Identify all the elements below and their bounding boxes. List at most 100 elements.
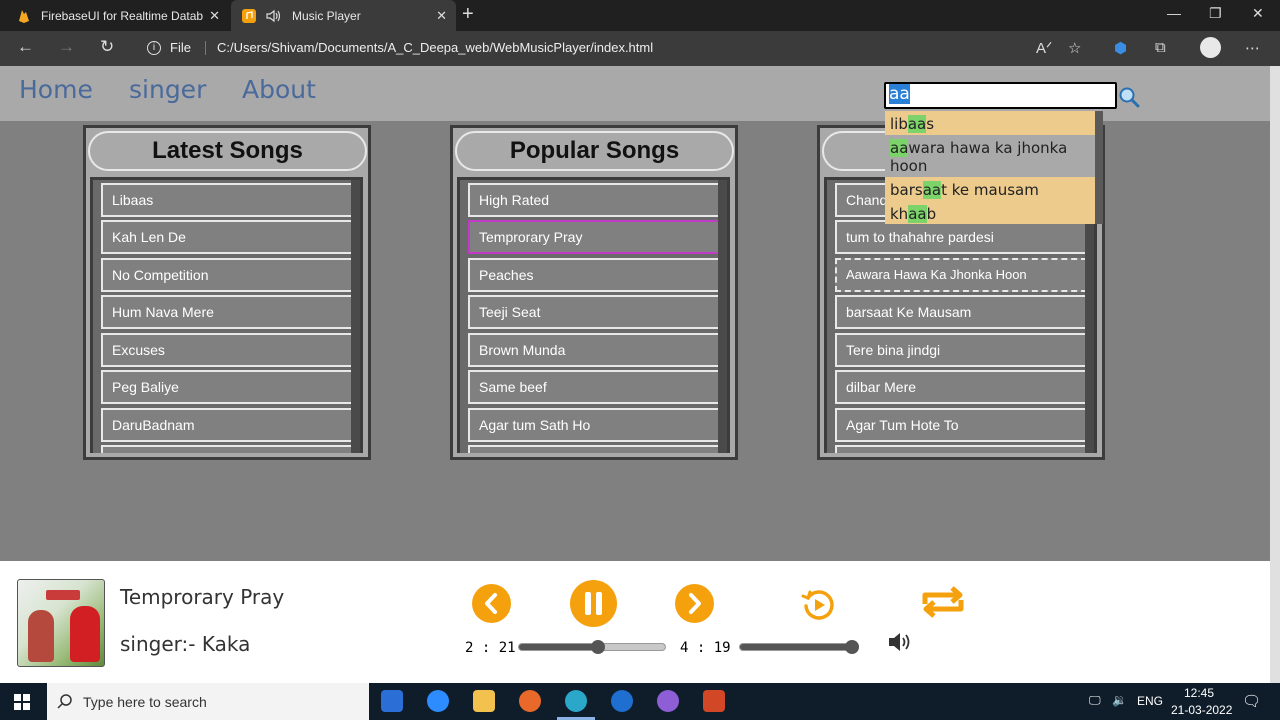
song-item[interactable]: DaruBadnam [101, 408, 353, 442]
track-singer: singer:- Kaka [120, 632, 251, 656]
back-icon[interactable]: ← [17, 37, 34, 57]
song-item[interactable]: Teeji Seat [468, 295, 720, 329]
suggestion-match: aa [922, 181, 942, 199]
tab-music-player[interactable]: Music Player ✕ [231, 0, 456, 31]
taskbar-search-placeholder: Type here to search [83, 693, 207, 710]
volume-thumb[interactable] [845, 640, 860, 654]
list-scrollbar[interactable] [718, 180, 727, 453]
tab-firebaseui[interactable]: FirebaseUI for Realtime Database ✕ [0, 0, 229, 31]
speaker-icon[interactable]: 🔉 [1112, 693, 1127, 707]
suggestion-item[interactable]: khaab [885, 201, 1095, 224]
tab-label: Music Player [292, 8, 361, 23]
search-input[interactable]: aa [884, 82, 1117, 109]
song-item[interactable]: Hum Nava Mere [101, 295, 353, 329]
zoom-icon[interactable] [427, 690, 449, 712]
song-item[interactable]: Peg Baliye [101, 370, 353, 404]
clock-time[interactable]: 12:45 [1184, 686, 1214, 700]
replay-icon[interactable] [800, 586, 838, 624]
page-scrollbar[interactable] [1270, 66, 1280, 683]
popular-songs-panel: Popular Songs High Rated Temprorary Pray… [450, 125, 738, 460]
song-item[interactable]: Agar tum Sath Ho [468, 408, 720, 442]
song-item[interactable]: Brown Munda [468, 333, 720, 367]
edge-icon[interactable] [565, 690, 587, 712]
song-item-selected[interactable]: Temprorary Pray [468, 220, 720, 254]
search-icon[interactable] [1118, 86, 1140, 108]
pause-button[interactable] [570, 580, 617, 627]
song-item-partial[interactable] [468, 445, 720, 453]
github-icon[interactable] [657, 690, 679, 712]
windows-start-icon[interactable] [14, 694, 30, 710]
nav-singer[interactable]: singer [129, 75, 206, 104]
powerpoint-icon[interactable] [703, 690, 725, 712]
restore-icon[interactable]: ❐ [1209, 5, 1222, 22]
info-icon[interactable]: i [147, 40, 161, 55]
suggestion-text: bars [890, 181, 923, 199]
window-close-icon[interactable]: ✕ [1252, 5, 1264, 22]
firebase-icon [19, 9, 29, 23]
song-item[interactable]: tum to thahahre pardesi [835, 220, 1087, 254]
refresh-icon[interactable]: ↻ [100, 37, 114, 57]
panel-title: Popular Songs [455, 131, 734, 171]
store-icon[interactable] [381, 690, 403, 712]
suggestion-item-highlighted[interactable]: aawara hawa ka jhonka hoon [885, 135, 1095, 177]
more-menu-icon[interactable]: ⋯ [1245, 39, 1260, 57]
suggestion-item[interactable]: barsaat ke mausam [885, 177, 1095, 201]
progress-thumb[interactable] [590, 640, 605, 654]
extensions-icon[interactable]: ⧉ [1155, 39, 1166, 56]
taskbar-search[interactable]: Type here to search [47, 683, 369, 720]
divider [204, 40, 206, 55]
close-icon[interactable]: ✕ [436, 8, 447, 24]
search-value: aa [889, 84, 910, 104]
suggestion-item[interactable]: libaas [885, 111, 1095, 135]
search-suggestions: libaas aawara hawa ka jhonka hoon barsaa… [885, 111, 1103, 224]
minimize-icon[interactable]: — [1167, 5, 1181, 21]
song-item[interactable]: High Rated [468, 183, 720, 217]
notifications-icon[interactable]: 🗨 [1242, 692, 1261, 710]
profile-avatar[interactable] [1200, 37, 1221, 58]
windows-taskbar: Type here to search 🖵 🔉 ENG 12:45 21-03-… [0, 683, 1280, 720]
song-item[interactable]: Peaches [468, 258, 720, 292]
close-icon[interactable]: ✕ [209, 8, 220, 24]
suggestion-text: t ke mausam [941, 181, 1039, 199]
song-list[interactable]: Libaas Kah Len De No Competition Hum Nav… [90, 177, 363, 453]
list-scrollbar[interactable] [351, 180, 360, 453]
firefox-icon[interactable] [519, 690, 541, 712]
song-item[interactable]: Kah Len De [101, 220, 353, 254]
song-item[interactable]: barsaat Ke Mausam [835, 295, 1087, 329]
nav-home[interactable]: Home [19, 75, 93, 104]
file-explorer-icon[interactable] [473, 690, 495, 712]
song-item[interactable]: Same beef [468, 370, 720, 404]
speaker-icon[interactable] [266, 9, 282, 23]
browser-toolbar: ← → ↻ i File C:/Users/Shivam/Documents/A… [0, 31, 1280, 66]
song-list[interactable]: High Rated Temprorary Pray Peaches Teeji… [457, 177, 730, 453]
language-indicator[interactable]: ENG [1137, 694, 1163, 708]
shield-icon[interactable]: ⬢ [1114, 39, 1127, 57]
favorite-star-icon[interactable]: ☆ [1068, 39, 1081, 57]
song-item[interactable]: Excuses [101, 333, 353, 367]
song-item-partial[interactable] [835, 445, 1087, 453]
read-aloud-icon[interactable]: Aᐟ [1036, 39, 1052, 57]
address-bar[interactable]: i File C:/Users/Shivam/Documents/A_C_Dee… [147, 40, 653, 55]
volume-icon[interactable] [887, 631, 911, 653]
network-icon[interactable]: 🖵 [1089, 693, 1101, 708]
app-w-icon[interactable] [611, 690, 633, 712]
song-item[interactable]: Libaas [101, 183, 353, 217]
volume-slider[interactable] [739, 640, 860, 654]
browser-tab-strip: FirebaseUI for Realtime Database ✕ Music… [0, 0, 1280, 31]
nav-about[interactable]: About [242, 75, 316, 104]
song-item-focused[interactable]: Aawara Hawa Ka Jhonka Hoon [835, 258, 1087, 292]
song-item-partial[interactable] [101, 445, 353, 453]
song-item[interactable]: No Competition [101, 258, 353, 292]
song-item[interactable]: dilbar Mere [835, 370, 1087, 404]
pause-icon [585, 592, 602, 615]
next-button[interactable] [675, 584, 714, 623]
progress-slider[interactable] [518, 640, 666, 654]
repeat-icon[interactable] [918, 582, 968, 622]
previous-button[interactable] [472, 584, 511, 623]
forward-icon[interactable]: → [58, 37, 75, 57]
song-item[interactable]: Tere bina jindgi [835, 333, 1087, 367]
song-item[interactable]: Agar Tum Hote To [835, 408, 1087, 442]
clock-date[interactable]: 21-03-2022 [1171, 703, 1232, 717]
new-tab-icon[interactable]: + [462, 3, 474, 26]
url-text[interactable]: C:/Users/Shivam/Documents/A_C_Deepa_web/… [217, 40, 653, 55]
